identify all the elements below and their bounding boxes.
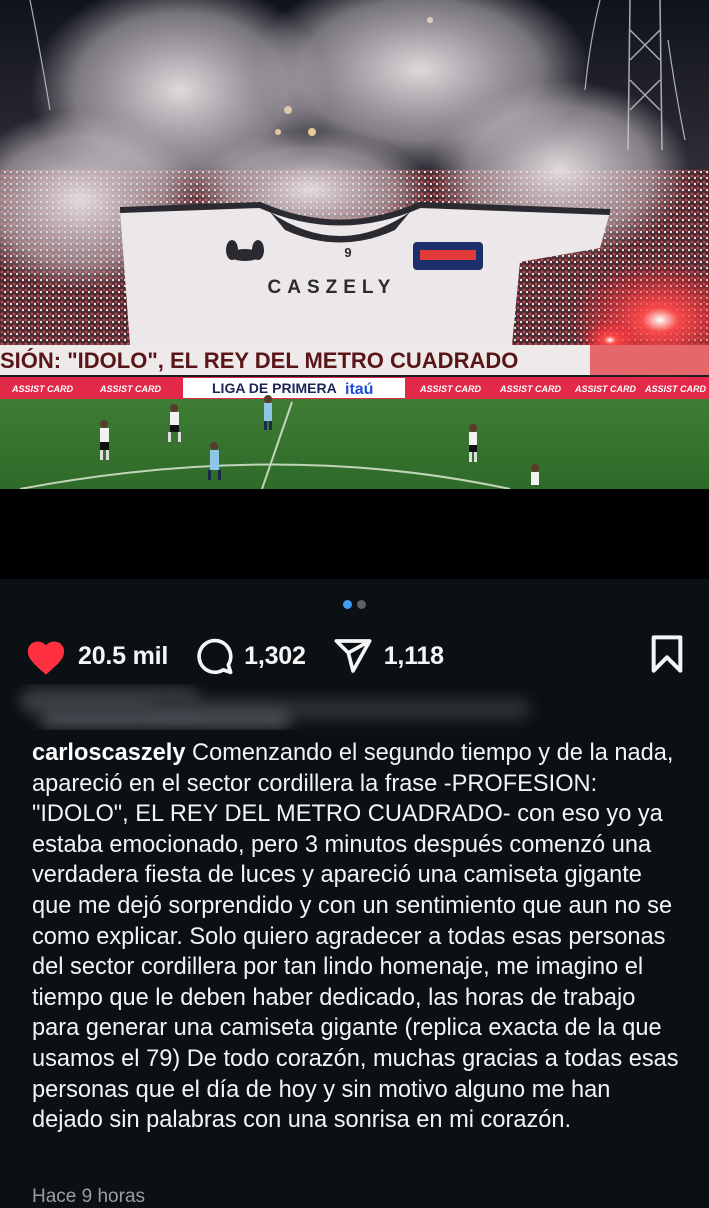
ad-board-5: ASSIST CARD bbox=[574, 384, 637, 394]
carousel-dot[interactable] bbox=[357, 600, 366, 609]
image-letterbox bbox=[0, 489, 709, 579]
ad-board-1: ASSIST CARD bbox=[11, 384, 74, 394]
comment-count[interactable]: 1,302 bbox=[244, 642, 306, 671]
stadium-banner: SIÓN: "IDOLO", EL REY DEL METRO CUADRADO bbox=[0, 348, 518, 373]
post-image[interactable]: 9 CASZELY SIÓN: "IDOLO", EL REY DEL METR… bbox=[0, 0, 709, 489]
caption-text: Comenzando el segundo tiempo y de la nad… bbox=[32, 740, 679, 1134]
share-count[interactable]: 1,118 bbox=[384, 642, 444, 671]
post-caption: carloscaszely Comenzando el segundo tiem… bbox=[32, 738, 682, 1136]
paper-plane-icon bbox=[334, 639, 372, 673]
heart-icon bbox=[27, 641, 65, 675]
liked-by-redacted bbox=[0, 684, 600, 730]
ad-board-6: ASSIST CARD bbox=[644, 384, 707, 394]
carousel-indicator bbox=[0, 600, 709, 609]
comment-button[interactable]: 1,302 bbox=[194, 636, 306, 676]
like-count[interactable]: 20.5 mil bbox=[78, 642, 168, 671]
carousel-dot-active[interactable] bbox=[343, 600, 352, 609]
like-button[interactable]: 20.5 mil bbox=[24, 636, 168, 676]
jersey-number: 9 bbox=[344, 245, 351, 260]
comment-bubble-icon bbox=[197, 638, 233, 675]
caption-username[interactable]: carloscaszely bbox=[32, 740, 185, 766]
ad-board-4: ASSIST CARD bbox=[499, 384, 562, 394]
stadium-photo: 9 CASZELY SIÓN: "IDOLO", EL REY DEL METR… bbox=[0, 0, 709, 489]
league-board: LIGA DE PRIMERA bbox=[212, 380, 337, 396]
ad-board-2: ASSIST CARD bbox=[99, 384, 162, 394]
bookmark-icon bbox=[651, 634, 683, 673]
league-sponsor: itaú bbox=[345, 381, 373, 398]
jersey-name: CASZELY bbox=[268, 277, 397, 298]
ad-board-3: ASSIST CARD bbox=[419, 384, 482, 394]
redaction-smudge bbox=[40, 710, 290, 728]
share-button[interactable]: 1,118 bbox=[332, 636, 444, 676]
post-timestamp: Hace 9 horas bbox=[32, 1186, 146, 1207]
post-actions: 20.5 mil 1,302 1,118 bbox=[24, 632, 685, 680]
save-button[interactable] bbox=[649, 634, 685, 679]
